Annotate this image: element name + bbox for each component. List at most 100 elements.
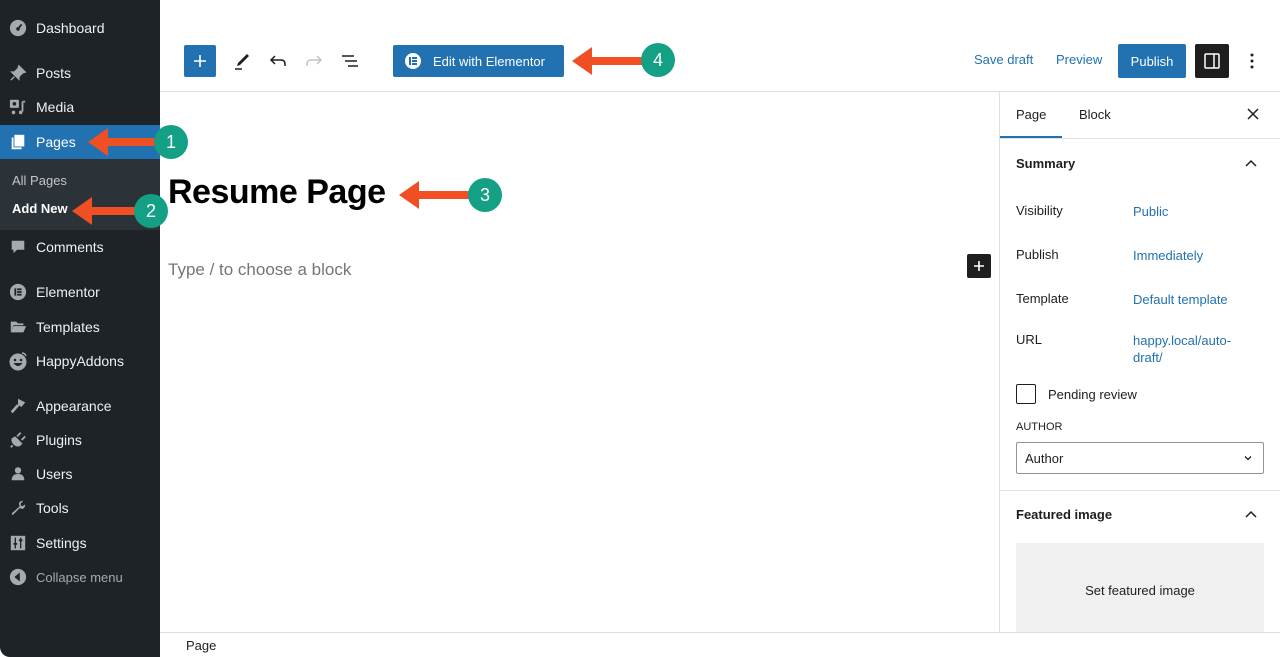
- set-featured-image-button[interactable]: Set featured image: [1016, 543, 1264, 638]
- media-icon: [8, 97, 28, 117]
- publish-button[interactable]: Publish: [1118, 44, 1186, 78]
- publish-date-value[interactable]: Immediately: [1133, 247, 1253, 264]
- pages-icon: [8, 132, 28, 152]
- tab-block[interactable]: Block: [1079, 107, 1111, 122]
- url-value[interactable]: happy.local/auto-draft/: [1133, 332, 1245, 366]
- submenu-add-new[interactable]: Add New: [12, 201, 68, 216]
- sidebar-item-label: Settings: [36, 535, 87, 551]
- editor-footer: Page: [160, 632, 1280, 657]
- editor-toolbar: Edit with Elementor Save draft Preview P…: [160, 0, 1280, 92]
- editor-canvas: Resume Page Type / to choose a block: [160, 93, 999, 632]
- chevron-down-icon: [1244, 456, 1252, 461]
- settings-toggle-button[interactable]: [1195, 44, 1229, 78]
- plus-icon: [974, 261, 984, 271]
- sidebar-item-posts[interactable]: Posts: [0, 56, 160, 90]
- annotation-arrow-1: [88, 128, 156, 156]
- inspector-tabs: Page Block: [999, 92, 1280, 139]
- annotation-arrow-2: [72, 197, 136, 225]
- close-icon: [1247, 108, 1259, 120]
- summary-collapse-toggle[interactable]: [1243, 155, 1259, 171]
- author-label: AUTHOR: [1016, 421, 1063, 433]
- elementor-button-label: Edit with Elementor: [433, 53, 545, 69]
- pending-review-label[interactable]: Pending review: [1048, 387, 1137, 402]
- pencil-icon: [235, 54, 249, 70]
- sidebar-item-plugins[interactable]: Plugins: [0, 423, 160, 457]
- undo-icon: [269, 55, 286, 66]
- block-placeholder[interactable]: Type / to choose a block: [168, 260, 351, 280]
- visibility-value[interactable]: Public: [1133, 203, 1253, 220]
- elementor-icon: [8, 282, 28, 302]
- wrench-icon: [8, 498, 28, 518]
- plug-icon: [8, 430, 28, 450]
- sidebar-item-label: Templates: [36, 319, 100, 335]
- list-view-button[interactable]: [338, 49, 362, 73]
- annotation-arrow-3: [399, 181, 471, 209]
- elementor-logo-icon: [405, 53, 421, 69]
- comment-icon: [8, 237, 28, 257]
- plus-icon: [194, 55, 206, 67]
- chevron-up-icon: [1245, 510, 1257, 518]
- sidebar-item-label: Collapse menu: [36, 569, 123, 585]
- author-select[interactable]: Author: [1016, 442, 1264, 474]
- panel-divider: [1000, 490, 1280, 491]
- sidebar-toggle-icon: [1204, 53, 1220, 69]
- happy-face-icon: [8, 351, 28, 371]
- pin-icon: [8, 63, 28, 83]
- summary-panel-title[interactable]: Summary: [1016, 156, 1075, 171]
- sidebar-item-label: Plugins: [36, 432, 82, 448]
- breadcrumb[interactable]: Page: [186, 638, 216, 653]
- save-draft-button[interactable]: Save draft: [974, 52, 1033, 67]
- sidebar-item-label: Media: [36, 99, 75, 115]
- pending-review-checkbox[interactable]: [1016, 384, 1036, 404]
- tools-button[interactable]: [230, 49, 254, 73]
- sidebar-item-tools[interactable]: Tools: [0, 491, 160, 525]
- sidebar-item-media[interactable]: Media: [0, 90, 160, 124]
- wordpress-block-editor: Dashboard Posts Media Pages All Pages Ad…: [0, 0, 1280, 657]
- collapse-arrow-icon: [8, 567, 28, 587]
- preview-button[interactable]: Preview: [1056, 52, 1102, 67]
- tab-page[interactable]: Page: [999, 107, 1063, 138]
- sidebar-item-happyaddons[interactable]: HappyAddons: [0, 344, 160, 378]
- chevron-up-icon: [1245, 159, 1257, 167]
- template-value[interactable]: Default template: [1133, 291, 1253, 308]
- sidebar-item-label: Appearance: [36, 398, 112, 414]
- block-inserter-button[interactable]: [184, 45, 216, 77]
- sidebar-item-label: Pages: [36, 134, 76, 150]
- annotation-arrow-4: [572, 47, 644, 75]
- sidebar-item-comments[interactable]: Comments: [0, 230, 160, 264]
- redo-icon: [306, 55, 323, 66]
- sidebar-item-users[interactable]: Users: [0, 457, 160, 491]
- page-title[interactable]: Resume Page: [168, 173, 386, 212]
- annotation-badge-2: 2: [134, 194, 168, 228]
- edit-with-elementor-button[interactable]: Edit with Elementor: [393, 45, 564, 77]
- sidebar-item-label: Posts: [36, 65, 72, 81]
- sliders-icon: [8, 533, 28, 553]
- annotation-badge-1: 1: [154, 125, 188, 159]
- url-label: URL: [1016, 332, 1043, 347]
- sidebar-item-templates[interactable]: Templates: [0, 310, 160, 344]
- collapse-menu-button[interactable]: Collapse menu: [0, 560, 160, 594]
- undo-button[interactable]: [266, 49, 290, 73]
- sidebar-item-appearance[interactable]: Appearance: [0, 389, 160, 423]
- author-select-value: Author: [1025, 450, 1064, 466]
- close-sidebar-button[interactable]: [1243, 104, 1263, 124]
- sidebar-item-settings[interactable]: Settings: [0, 526, 160, 560]
- submenu-all-pages[interactable]: All Pages: [12, 173, 67, 188]
- sidebar-item-label: Comments: [36, 239, 104, 255]
- redo-button[interactable]: [302, 49, 326, 73]
- sidebar-item-dashboard[interactable]: Dashboard: [0, 11, 160, 45]
- template-label: Template: [1016, 291, 1069, 306]
- visibility-label: Visibility: [1016, 203, 1063, 218]
- sidebar-item-elementor[interactable]: Elementor: [0, 275, 160, 309]
- featured-image-panel-title[interactable]: Featured image: [1016, 507, 1112, 522]
- sidebar-item-label: HappyAddons: [36, 353, 124, 369]
- admin-sidebar: Dashboard Posts Media Pages All Pages Ad…: [0, 0, 160, 657]
- paintbrush-icon: [8, 396, 28, 416]
- publish-label: Publish: [1016, 247, 1059, 262]
- dashboard-icon: [8, 18, 28, 38]
- options-menu-button[interactable]: [1240, 49, 1264, 73]
- user-icon: [8, 464, 28, 484]
- add-block-button[interactable]: [967, 254, 991, 278]
- annotation-badge-3: 3: [468, 178, 502, 212]
- featured-image-collapse-toggle[interactable]: [1243, 506, 1259, 522]
